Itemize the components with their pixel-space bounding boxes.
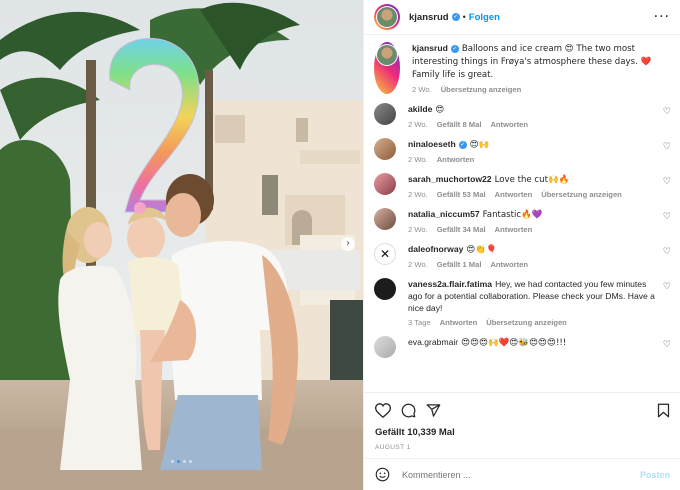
reply-button[interactable]: Antworten [490, 120, 528, 129]
comment-username[interactable]: natalia_niccum57 [408, 209, 480, 219]
carousel-dot [189, 460, 192, 463]
verified-badge-icon: ✓ [451, 13, 460, 21]
comment-text: 😍😍😍🙌❤️😍🐝😍😍😍!!! [461, 338, 567, 348]
post-header: kjansrud ✓ • Folgen ··· [364, 0, 680, 35]
reply-button[interactable]: Antworten [495, 190, 533, 199]
carousel-dot [183, 460, 186, 463]
post-actions: Gefällt 10,339 Mal AUGUST 1 [364, 392, 680, 451]
comment-text: 😍🙌 [469, 140, 490, 150]
commenter-avatar[interactable] [374, 208, 396, 230]
author-avatar-ring[interactable] [374, 4, 400, 30]
caption-time[interactable]: 2 Wo. [412, 85, 432, 94]
comment-translate-link[interactable]: Übersetzung anzeigen [541, 190, 622, 199]
carousel-dots [0, 460, 363, 463]
comment-time[interactable]: 2 Wo. [408, 120, 428, 129]
comment-like-heart-icon[interactable]: ♡ [663, 212, 671, 222]
comment-text: Love the cut🙌🔥 [494, 175, 570, 185]
comment-text: 😍👏🎈 [466, 245, 497, 255]
likes-count[interactable]: Gefällt 10,339 Mal [375, 427, 670, 438]
bookmark-icon[interactable] [657, 403, 670, 418]
post-photo[interactable]: › [0, 0, 363, 490]
comment-likes[interactable]: Gefällt 8 Mal [437, 120, 482, 129]
comment-item: akilde 😍 2 Wo. Gefällt 8 Mal Antworten ♡ [374, 103, 671, 129]
reply-button[interactable]: Antworten [495, 225, 533, 234]
commenter-avatar[interactable] [374, 278, 396, 300]
action-icons [375, 399, 670, 421]
comment-username[interactable]: akilde [408, 104, 432, 114]
reply-button[interactable]: Antworten [490, 260, 528, 269]
comment-text: 😍 [435, 105, 445, 115]
caption-username[interactable]: kjansrud [412, 43, 448, 53]
commenter-avatar[interactable] [374, 138, 396, 160]
comment-item: ✕ daleofnorway 😍👏🎈 2 Wo. Gefällt 1 Mal An… [374, 243, 671, 269]
reply-button[interactable]: Antworten [437, 155, 475, 164]
comment-username[interactable]: daleofnorway [408, 244, 463, 254]
add-comment-bar: Posten [364, 458, 680, 490]
comment-like-heart-icon[interactable]: ♡ [663, 282, 671, 292]
verified-badge-icon: ✓ [450, 44, 459, 53]
more-horizontal-icon[interactable]: ··· [654, 10, 670, 24]
daleofnorway-logo-icon: ✕ [379, 247, 391, 261]
post-modal: › kjansrud ✓ • Folgen ··· kjansrud ✓ Bal… [0, 0, 680, 490]
caption: kjansrud ✓ Balloons and ice cream 😍 The tw… [374, 42, 671, 94]
comment-item: eva.grabmair 😍😍😍🙌❤️😍🐝😍😍😍!!! ♡ [374, 336, 671, 358]
comment-item: vaness2a.flair.fatima Hey, we had contact… [374, 278, 671, 327]
comment-time[interactable]: 3 Tage [408, 318, 431, 327]
comment-time[interactable]: 2 Wo. [408, 260, 428, 269]
comment-time[interactable]: 2 Wo. [408, 155, 428, 164]
comment-input[interactable] [402, 469, 640, 480]
emoji-icon[interactable] [375, 467, 390, 482]
verified-badge-icon: ✓ [458, 140, 467, 149]
header-separator: • [462, 12, 466, 22]
comment-likes[interactable]: Gefällt 53 Mal [437, 190, 486, 199]
comment-like-heart-icon[interactable]: ♡ [663, 177, 671, 187]
post-comment-button[interactable]: Posten [640, 470, 670, 480]
comment-username[interactable]: vaness2a.flair.fatima [408, 279, 492, 289]
carousel-dot [171, 460, 174, 463]
caption-translate-link[interactable]: Übersetzung anzeigen [441, 85, 522, 94]
comments-list[interactable]: kjansrud ✓ Balloons and ice cream 😍 The tw… [364, 36, 680, 388]
commenter-avatar[interactable] [374, 103, 396, 125]
chevron-right-icon: › [346, 238, 350, 249]
post-side-panel: kjansrud ✓ • Folgen ··· kjansrud ✓ Balloon… [363, 0, 680, 490]
carousel-dot-active [177, 460, 180, 463]
comment-item: ninaloeseth ✓ 😍🙌 2 Wo. Antworten ♡ [374, 138, 671, 164]
comment-like-heart-icon[interactable]: ♡ [663, 142, 671, 152]
follow-button[interactable]: Folgen [469, 12, 500, 23]
comment-like-heart-icon[interactable]: ♡ [663, 107, 671, 117]
next-photo-button[interactable]: › [341, 237, 355, 251]
commenter-avatar[interactable]: ✕ [374, 243, 396, 265]
comment-like-heart-icon[interactable]: ♡ [663, 340, 671, 350]
comment-item: natalia_niccum57 Fantastic🔥💜 2 Wo. Gefäll… [374, 208, 671, 234]
commenter-avatar[interactable] [374, 173, 396, 195]
comment-icon[interactable] [401, 403, 416, 418]
comment-username[interactable]: ninaloeseth [408, 139, 456, 149]
comment-time[interactable]: 2 Wo. [408, 190, 428, 199]
author-avatar[interactable] [377, 7, 397, 27]
caption-avatar[interactable] [377, 45, 397, 65]
commenter-avatar[interactable] [374, 336, 396, 358]
post-date[interactable]: AUGUST 1 [375, 444, 670, 451]
comment-like-heart-icon[interactable]: ♡ [663, 247, 671, 257]
reply-button[interactable]: Antworten [440, 318, 478, 327]
comment-text: Fantastic🔥💜 [482, 210, 543, 220]
heart-icon[interactable] [375, 402, 391, 418]
author-username[interactable]: kjansrud [409, 12, 449, 23]
comment-likes[interactable]: Gefällt 1 Mal [437, 260, 482, 269]
comment-item: sarah_muchortow22 Love the cut🙌🔥 2 Wo. Ge… [374, 173, 671, 199]
family-photo-image [0, 0, 363, 490]
send-icon[interactable] [426, 403, 441, 418]
comment-translate-link[interactable]: Übersetzung anzeigen [486, 318, 567, 327]
caption-avatar-ring[interactable] [374, 42, 400, 94]
comment-username[interactable]: eva.grabmair [408, 337, 458, 347]
comment-likes[interactable]: Gefällt 34 Mal [437, 225, 486, 234]
comment-username[interactable]: sarah_muchortow22 [408, 174, 492, 184]
comment-time[interactable]: 2 Wo. [408, 225, 428, 234]
